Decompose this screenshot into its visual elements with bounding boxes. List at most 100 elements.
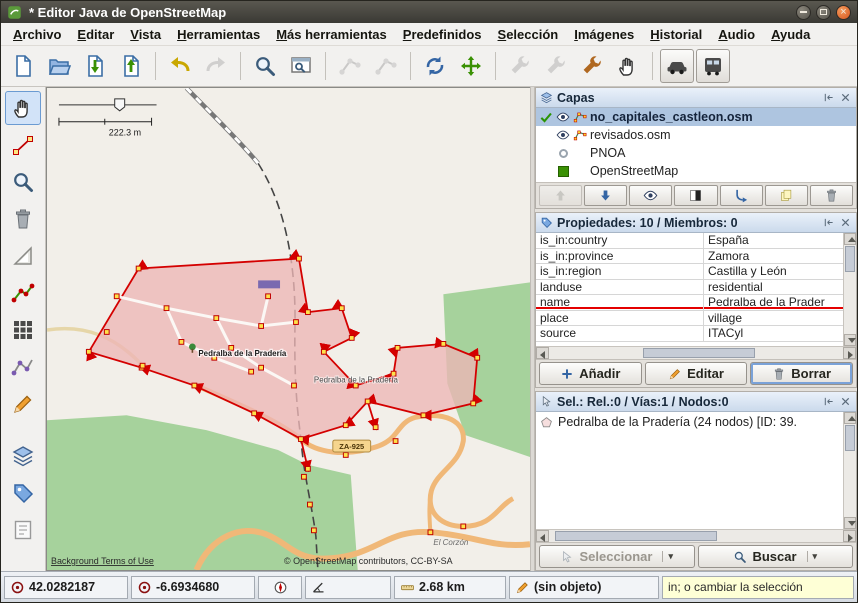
annotation-tool[interactable]	[5, 387, 41, 421]
close-icon[interactable]	[839, 216, 852, 229]
map-svg[interactable]: Pedralba de la Pradería Pedralba de la P…	[47, 88, 530, 570]
scroll-thumb[interactable]	[555, 531, 717, 541]
scroll-left-arrow[interactable]	[536, 530, 549, 542]
menu-editar[interactable]: Editar	[69, 23, 122, 46]
tag-row[interactable]: is_in:regionCastilla y León	[536, 264, 843, 280]
close-icon[interactable]	[839, 395, 852, 408]
menu-seleccion[interactable]: Selección	[490, 23, 567, 46]
draw-way-tool[interactable]	[5, 128, 41, 162]
layer-up-button[interactable]	[539, 185, 582, 206]
vertical-scrollbar[interactable]	[843, 233, 856, 346]
titlebar[interactable]: * Editor Java de OpenStreetMap ×	[1, 1, 857, 23]
adjust-imagery-button[interactable]	[503, 49, 537, 83]
dock-icon[interactable]	[822, 91, 835, 104]
scroll-thumb[interactable]	[643, 348, 755, 358]
menu-historial[interactable]: Historial	[642, 23, 710, 46]
layer-merge-button[interactable]	[720, 185, 763, 206]
redo-button[interactable]	[199, 49, 233, 83]
selected-object-item[interactable]: Pedralba de la Pradería (24 nodos) [ID: …	[540, 415, 839, 429]
visibility-eye-icon[interactable]	[556, 128, 570, 142]
scroll-down-arrow[interactable]	[844, 334, 856, 346]
unglue-ways-button[interactable]	[333, 49, 367, 83]
layer-opacity-button[interactable]	[674, 185, 717, 206]
horizontal-scrollbar[interactable]	[536, 346, 856, 359]
maximize-button[interactable]	[816, 5, 831, 20]
parallel-way-tool[interactable]	[5, 276, 41, 310]
layer-duplicate-button[interactable]	[765, 185, 808, 206]
tag-row[interactable]: landuseresidential	[536, 280, 843, 296]
building-tool[interactable]	[5, 313, 41, 347]
menu-audio[interactable]: Audio	[710, 23, 763, 46]
move-elements-button[interactable]	[454, 49, 488, 83]
horizontal-scrollbar[interactable]	[536, 529, 856, 542]
tags-dialog-toggle[interactable]	[5, 476, 41, 510]
new-layer-button[interactable]	[6, 49, 40, 83]
menu-vista[interactable]: Vista	[122, 23, 169, 46]
layer-row[interactable]: OpenStreetMap	[536, 162, 856, 180]
minimize-button[interactable]	[796, 5, 811, 20]
filter-dialog-toggle[interactable]	[5, 513, 41, 547]
open-file-button[interactable]	[42, 49, 76, 83]
scroll-right-arrow[interactable]	[843, 530, 856, 542]
hidden-layer-icon[interactable]	[559, 149, 568, 158]
zoom-tool[interactable]	[5, 165, 41, 199]
improve-way-accuracy-tool[interactable]	[5, 350, 41, 384]
visibility-eye-icon[interactable]	[556, 110, 570, 124]
scroll-up-arrow[interactable]	[844, 412, 856, 424]
vertical-scrollbar[interactable]	[843, 412, 856, 529]
pan-hand-button[interactable]	[611, 49, 645, 83]
menu-herramientas[interactable]: Herramientas	[169, 23, 268, 46]
scroll-right-arrow[interactable]	[843, 347, 856, 359]
zoom-dialog-button[interactable]	[284, 49, 318, 83]
dropdown-caret[interactable]: ▾	[662, 551, 673, 562]
scroll-left-arrow[interactable]	[536, 347, 549, 359]
delete-tag-button[interactable]: Borrar	[750, 362, 853, 385]
scroll-thumb[interactable]	[845, 246, 855, 272]
scroll-down-arrow[interactable]	[844, 517, 856, 529]
utility-tool-button[interactable]	[575, 49, 609, 83]
select-objects-button[interactable]: Seleccionar▾	[539, 545, 695, 568]
menu-mas-herramientas[interactable]: Más herramientas	[268, 23, 395, 46]
menu-imagenes[interactable]: Imágenes	[566, 23, 642, 46]
imagery-layer-icon[interactable]	[558, 166, 569, 177]
undo-button[interactable]	[163, 49, 197, 83]
routing-car-button[interactable]	[660, 49, 694, 83]
map-canvas[interactable]: Pedralba de la Pradería Pedralba de la P…	[46, 87, 530, 571]
layers-dialog-toggle[interactable]	[5, 439, 41, 473]
add-tag-button[interactable]: Añadir	[539, 362, 642, 385]
dock-icon[interactable]	[822, 216, 835, 229]
download-data-button[interactable]	[78, 49, 112, 83]
layer-down-button[interactable]	[584, 185, 627, 206]
close-button[interactable]: ×	[836, 5, 851, 20]
layer-row-active[interactable]: no_capitales_castleon.osm	[536, 108, 856, 126]
tag-row[interactable]: is_in:provinceZamora	[536, 249, 843, 265]
search-button[interactable]: Buscar▾	[698, 545, 854, 568]
close-icon[interactable]	[839, 91, 852, 104]
merge-nodes-button[interactable]	[369, 49, 403, 83]
scroll-thumb[interactable]	[845, 425, 855, 451]
delete-tool[interactable]	[5, 202, 41, 236]
layer-delete-button[interactable]	[810, 185, 853, 206]
select-tool[interactable]	[5, 91, 41, 125]
upload-data-button[interactable]	[114, 49, 148, 83]
extrude-tool[interactable]	[5, 239, 41, 273]
tools-button[interactable]	[539, 49, 573, 83]
menu-archivo[interactable]: Archivo	[5, 23, 69, 46]
dock-icon[interactable]	[822, 395, 835, 408]
menu-ayuda[interactable]: Ayuda	[763, 23, 818, 46]
scroll-up-arrow[interactable]	[844, 233, 856, 245]
layer-visibility-button[interactable]	[629, 185, 672, 206]
layer-row[interactable]: PNOA	[536, 144, 856, 162]
background-terms-link[interactable]: Background Terms of Use	[51, 556, 154, 566]
tag-row-name-highlighted[interactable]: namePedralba de la Prader	[536, 295, 843, 311]
routing-bus-button[interactable]	[696, 49, 730, 83]
tag-row[interactable]: placevillage	[536, 311, 843, 327]
update-data-button[interactable]	[418, 49, 452, 83]
tag-row[interactable]: is_in:countryEspaña	[536, 233, 843, 249]
layer-row[interactable]: revisados.osm	[536, 126, 856, 144]
menu-predefinidos[interactable]: Predefinidos	[395, 23, 490, 46]
edit-tag-button[interactable]: Editar	[645, 362, 748, 385]
zoom-to-selection-button[interactable]	[248, 49, 282, 83]
tag-row[interactable]: sourceITACyl	[536, 326, 843, 342]
dropdown-caret[interactable]: ▾	[807, 551, 818, 562]
